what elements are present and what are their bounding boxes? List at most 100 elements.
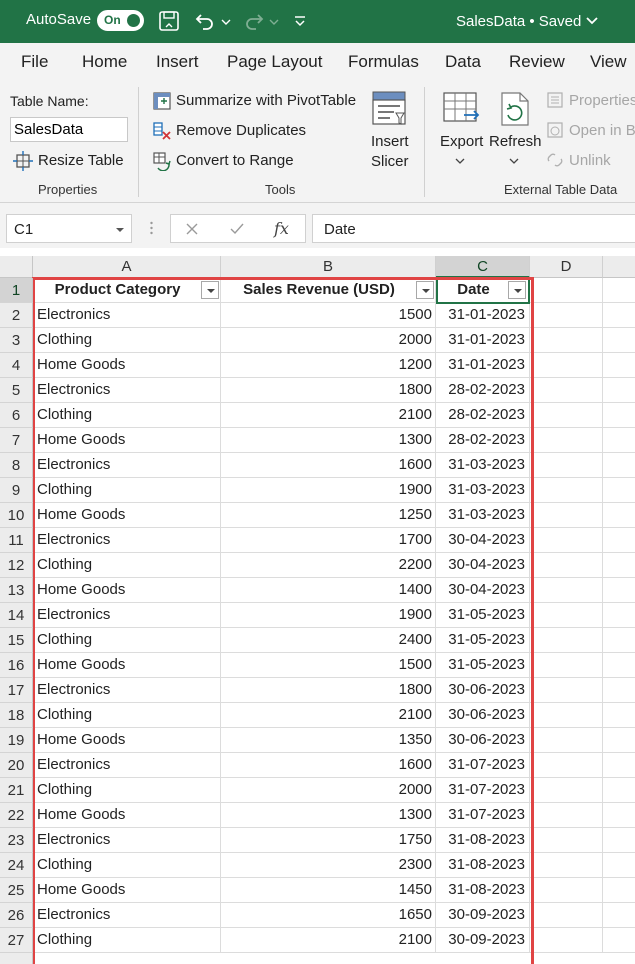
cell-empty[interactable] bbox=[603, 328, 635, 353]
formula-bar-grip-icon[interactable] bbox=[150, 221, 153, 235]
row-header[interactable]: 25 bbox=[0, 878, 33, 903]
enter-check-icon[interactable] bbox=[229, 222, 245, 236]
cell-empty[interactable] bbox=[530, 553, 603, 578]
row-header[interactable]: 26 bbox=[0, 903, 33, 928]
insert-slicer-icon[interactable] bbox=[370, 89, 410, 129]
name-box-dropdown-icon[interactable] bbox=[115, 227, 125, 233]
cell-empty[interactable] bbox=[603, 478, 635, 503]
cell-empty[interactable] bbox=[530, 528, 603, 553]
cell-empty[interactable] bbox=[530, 403, 603, 428]
cell-empty[interactable] bbox=[603, 803, 635, 828]
refresh-button[interactable]: Refresh bbox=[489, 133, 542, 150]
cell-empty[interactable] bbox=[603, 753, 635, 778]
row-header[interactable]: 12 bbox=[0, 553, 33, 578]
export-icon[interactable] bbox=[442, 89, 482, 129]
cell-empty[interactable] bbox=[530, 278, 603, 303]
cell-empty[interactable] bbox=[530, 728, 603, 753]
cell-empty[interactable] bbox=[603, 628, 635, 653]
column-header-c[interactable]: C bbox=[436, 256, 530, 278]
chevron-down-icon[interactable] bbox=[455, 157, 465, 165]
row-header[interactable]: 17 bbox=[0, 678, 33, 703]
cell-empty[interactable] bbox=[530, 903, 603, 928]
redo-dropdown-icon[interactable] bbox=[268, 10, 280, 32]
cell-empty[interactable] bbox=[603, 553, 635, 578]
cell-empty[interactable] bbox=[530, 753, 603, 778]
cell-empty[interactable] bbox=[530, 328, 603, 353]
insert-function-icon[interactable]: fx bbox=[274, 219, 289, 238]
cell-empty[interactable] bbox=[603, 403, 635, 428]
cell-empty[interactable] bbox=[530, 378, 603, 403]
redo-icon[interactable] bbox=[244, 10, 266, 32]
cell-empty[interactable] bbox=[530, 828, 603, 853]
column-header-a[interactable]: A bbox=[33, 256, 221, 278]
insert-slicer-label-2[interactable]: Slicer bbox=[371, 153, 409, 170]
chevron-down-icon[interactable] bbox=[509, 157, 519, 165]
row-header[interactable]: 9 bbox=[0, 478, 33, 503]
tab-insert[interactable]: Insert bbox=[156, 52, 199, 72]
cell-empty[interactable] bbox=[530, 303, 603, 328]
customize-toolbar-icon[interactable] bbox=[292, 10, 308, 32]
open-in-browser-button[interactable]: Open in B bbox=[569, 122, 635, 139]
cell-empty[interactable] bbox=[603, 903, 635, 928]
column-header-d[interactable]: D bbox=[530, 256, 603, 278]
cell-empty[interactable] bbox=[603, 428, 635, 453]
cell-empty[interactable] bbox=[530, 603, 603, 628]
cell-empty[interactable] bbox=[530, 678, 603, 703]
convert-to-range-button[interactable]: Convert to Range bbox=[176, 152, 294, 169]
tab-view[interactable]: View bbox=[590, 52, 627, 72]
cell-empty[interactable] bbox=[530, 353, 603, 378]
save-icon[interactable] bbox=[158, 10, 180, 32]
row-header[interactable]: 22 bbox=[0, 803, 33, 828]
cell-empty[interactable] bbox=[530, 928, 603, 953]
row-header[interactable]: 14 bbox=[0, 603, 33, 628]
cell-empty[interactable] bbox=[530, 703, 603, 728]
cell-empty[interactable] bbox=[530, 853, 603, 878]
export-button[interactable]: Export bbox=[440, 133, 483, 150]
properties-button[interactable]: Properties bbox=[569, 92, 635, 109]
row-header[interactable]: 13 bbox=[0, 578, 33, 603]
cell-empty[interactable] bbox=[603, 578, 635, 603]
cell-empty[interactable] bbox=[530, 653, 603, 678]
row-header[interactable]: 1 bbox=[0, 278, 33, 303]
tab-home[interactable]: Home bbox=[82, 52, 127, 72]
cell-empty[interactable] bbox=[603, 678, 635, 703]
formula-input[interactable]: Date bbox=[312, 214, 635, 243]
cell-empty[interactable] bbox=[603, 453, 635, 478]
row-header[interactable] bbox=[0, 953, 33, 964]
cell-empty[interactable] bbox=[603, 278, 635, 303]
cell-empty[interactable] bbox=[603, 928, 635, 953]
cell-empty[interactable] bbox=[530, 803, 603, 828]
cancel-icon[interactable] bbox=[185, 222, 199, 236]
row-header[interactable]: 4 bbox=[0, 353, 33, 378]
cell-empty[interactable] bbox=[603, 828, 635, 853]
remove-duplicates-button[interactable]: Remove Duplicates bbox=[176, 122, 306, 139]
undo-dropdown-icon[interactable] bbox=[220, 10, 232, 32]
summarize-pivottable-button[interactable]: Summarize with PivotTable bbox=[176, 92, 356, 109]
cell-empty[interactable] bbox=[603, 778, 635, 803]
unlink-button[interactable]: Unlink bbox=[569, 152, 611, 169]
cell-empty[interactable] bbox=[603, 303, 635, 328]
tab-review[interactable]: Review bbox=[509, 52, 565, 72]
cell-empty[interactable] bbox=[530, 478, 603, 503]
select-all-corner[interactable] bbox=[0, 256, 33, 278]
tab-page-layout[interactable]: Page Layout bbox=[227, 52, 322, 72]
tab-file[interactable]: File bbox=[21, 52, 48, 72]
cell-empty[interactable] bbox=[603, 728, 635, 753]
autosave-toggle[interactable]: On bbox=[97, 10, 144, 31]
cell-empty[interactable] bbox=[530, 578, 603, 603]
column-header-b[interactable]: B bbox=[221, 256, 436, 278]
row-header[interactable]: 16 bbox=[0, 653, 33, 678]
row-header[interactable]: 27 bbox=[0, 928, 33, 953]
row-header[interactable]: 5 bbox=[0, 378, 33, 403]
row-header[interactable]: 6 bbox=[0, 403, 33, 428]
cell-empty[interactable] bbox=[603, 878, 635, 903]
row-header[interactable]: 7 bbox=[0, 428, 33, 453]
row-header[interactable]: 18 bbox=[0, 703, 33, 728]
row-header[interactable]: 15 bbox=[0, 628, 33, 653]
cell-empty[interactable] bbox=[530, 628, 603, 653]
row-header[interactable]: 8 bbox=[0, 453, 33, 478]
cell-empty[interactable] bbox=[603, 353, 635, 378]
cell-empty[interactable] bbox=[530, 428, 603, 453]
cell-empty[interactable] bbox=[603, 503, 635, 528]
resize-table-button[interactable]: Resize Table bbox=[38, 152, 124, 169]
